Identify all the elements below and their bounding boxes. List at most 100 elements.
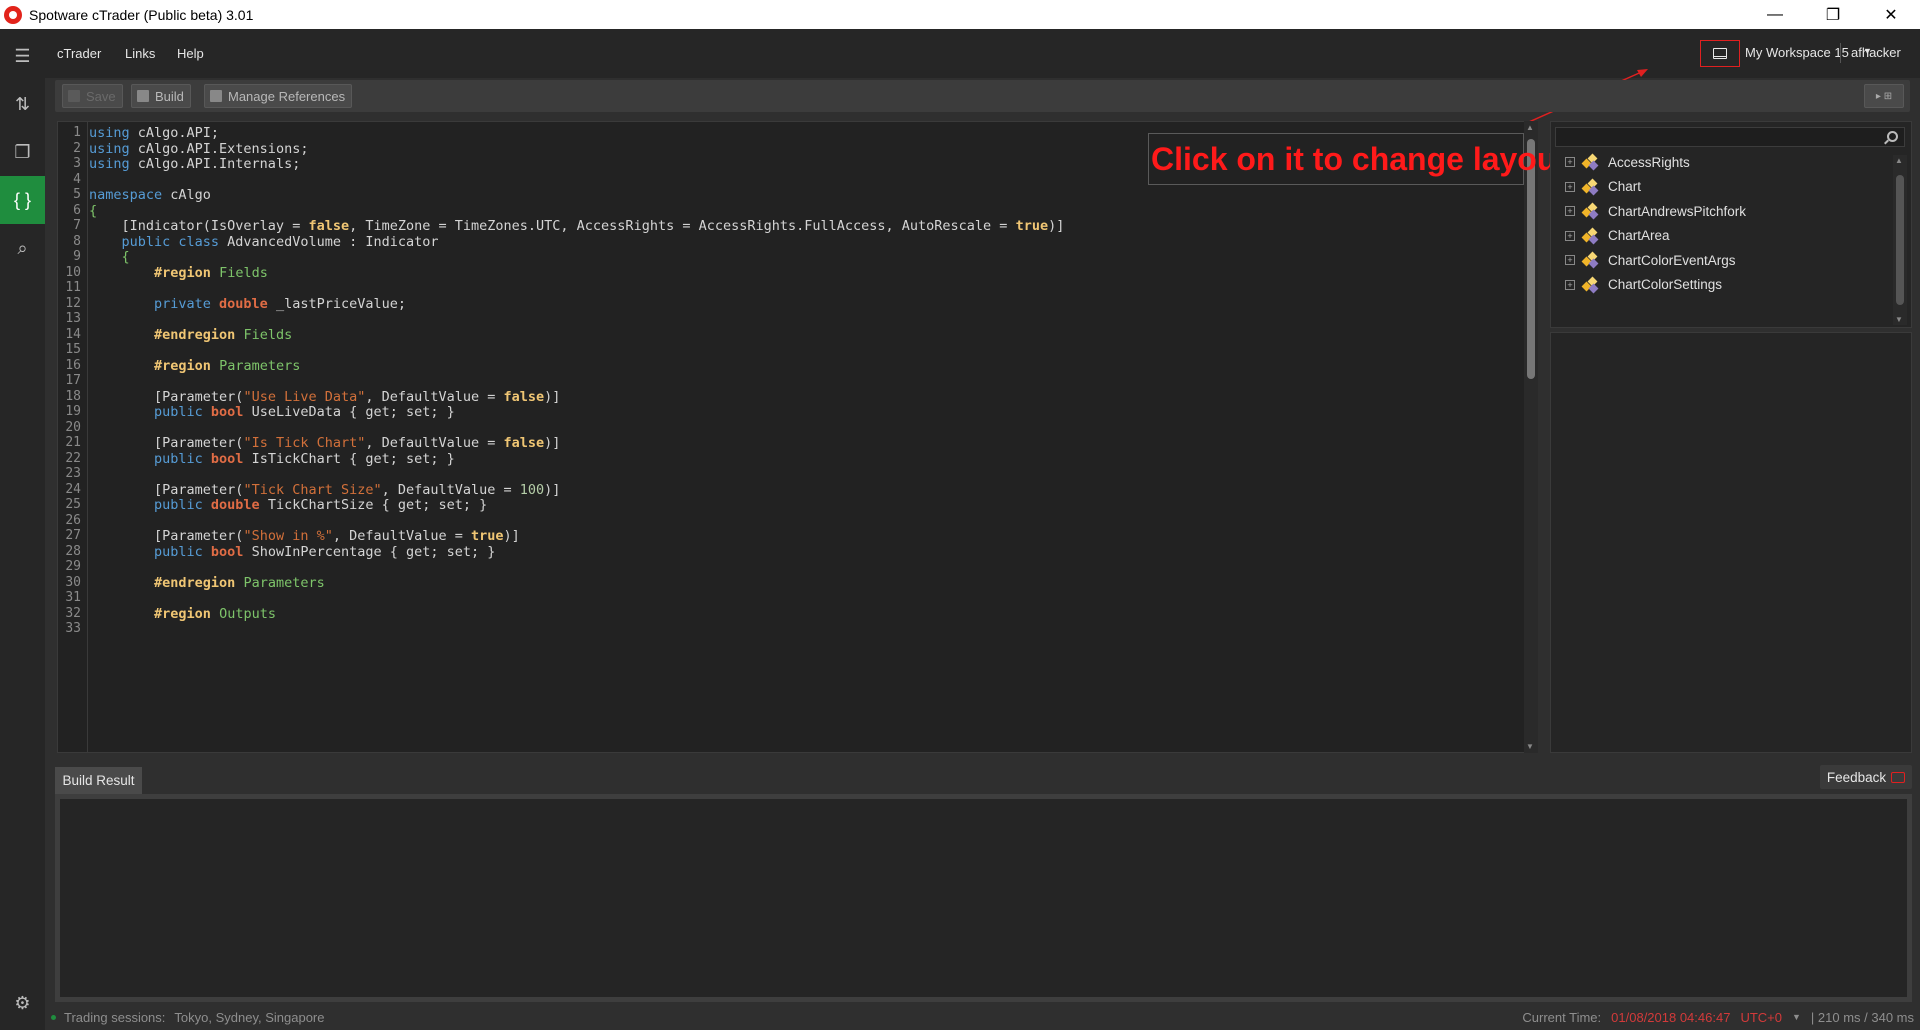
automate-icon[interactable]: { } [0, 176, 45, 224]
code-line[interactable]: #region Outputs [89, 606, 276, 622]
minimize-button[interactable]: — [1746, 0, 1804, 29]
code-line[interactable]: #region Parameters [89, 358, 300, 374]
code-line[interactable]: [Parameter("Is Tick Chart", DefaultValue… [89, 435, 560, 451]
menu-icon[interactable]: ☰ [0, 32, 45, 80]
code-token: )] [503, 528, 520, 544]
code-line[interactable]: public bool ShowInPercentage { get; set;… [89, 544, 495, 560]
reference-item[interactable]: + AccessRights [1565, 150, 1690, 174]
code-token: ShowInPercentage { get; set; } [243, 543, 496, 560]
line-number: 11 [65, 280, 81, 295]
save-button[interactable]: Save [62, 84, 123, 108]
code-line[interactable]: private double _lastPriceValue; [89, 296, 406, 312]
scroll-down-icon[interactable]: ▼ [1895, 315, 1903, 324]
scroll-up-icon[interactable]: ▲ [1526, 123, 1534, 132]
run-button[interactable]: ▸ ⊞ [1864, 84, 1904, 108]
line-number: 31 [65, 590, 81, 605]
expand-icon[interactable]: + [1565, 279, 1575, 290]
chat-icon [1891, 771, 1906, 783]
user-name[interactable]: afhacker [1851, 45, 1901, 60]
reference-item[interactable]: + Chart [1565, 175, 1641, 199]
expand-icon[interactable]: + [1565, 157, 1575, 167]
code-token: public [89, 497, 211, 513]
code-token: [Indicator(IsOverlay = [89, 218, 309, 234]
expand-icon[interactable]: + [1565, 206, 1575, 216]
code-line[interactable]: public class AdvancedVolume : Indicator [89, 234, 439, 250]
line-number: 18 [65, 388, 81, 404]
chevron-down-icon[interactable]: ▼ [1792, 1012, 1801, 1025]
code-line[interactable]: [Parameter("Show in %", DefaultValue = t… [89, 528, 520, 544]
code-token: public [89, 450, 211, 467]
code-line[interactable]: namespace cAlgo [89, 187, 211, 203]
code-line[interactable]: using cAlgo.API.Internals; [89, 156, 300, 172]
code-token: cAlgo.API.Extensions; [129, 140, 309, 157]
build-button[interactable]: Build [131, 84, 191, 108]
line-number: 9 [73, 249, 81, 264]
line-number: 2 [73, 140, 81, 156]
scrollbar-thumb[interactable] [1896, 175, 1904, 305]
restore-button[interactable]: ❐ [1804, 0, 1862, 29]
line-number: 24 [65, 481, 81, 497]
code-line[interactable]: public double TickChartSize { get; set; … [89, 497, 487, 513]
app-logo [4, 5, 22, 24]
code-line[interactable]: #region Fields [89, 265, 268, 281]
code-line[interactable]: { [89, 249, 130, 265]
feedback-button[interactable]: Feedback [1820, 765, 1912, 789]
trade-icon[interactable]: ⇅ [0, 80, 45, 128]
code-line[interactable]: using cAlgo.API; [89, 125, 219, 141]
scroll-down-icon[interactable]: ▼ [1526, 742, 1534, 751]
code-line[interactable]: [Parameter("Tick Chart Size", DefaultVal… [89, 482, 560, 498]
code-editor[interactable]: 1 2 3 4 5 6 7 8 9 10 11 12 13 14 15 16 17 18 19 20 21 22 23 24 2… [57, 121, 1525, 753]
close-button[interactable]: ✕ [1862, 0, 1920, 29]
manage-references-button[interactable]: Manage References [204, 84, 353, 108]
code-line[interactable]: public bool UseLiveData { get; set; } [89, 404, 455, 420]
line-number: 26 [65, 512, 81, 528]
code-line[interactable]: #endregion Parameters [89, 575, 325, 591]
gear-icon[interactable]: ⚙ [0, 979, 45, 1027]
menu-ctrader[interactable]: cTrader [57, 46, 101, 61]
code-line[interactable]: { [89, 203, 97, 219]
copy-icon[interactable]: ❐ [0, 128, 45, 176]
line-number: 28 [65, 543, 81, 559]
code-token: public [89, 543, 211, 560]
code-line[interactable]: [Parameter("Use Live Data", DefaultValue… [89, 389, 560, 405]
analyze-icon[interactable]: ⌕ [0, 224, 45, 272]
layout-button[interactable] [1700, 40, 1740, 67]
references-scrollbar[interactable]: ▲ ▼ [1893, 155, 1907, 325]
reference-item[interactable]: + ChartColorSettings [1565, 273, 1722, 297]
menu-links[interactable]: Links [125, 46, 155, 61]
line-number: 25 [65, 497, 81, 512]
code-line[interactable]: [Indicator(IsOverlay = false, TimeZone =… [89, 218, 1065, 234]
namespace-icon [1581, 153, 1600, 171]
reference-item[interactable]: + ChartArea [1565, 224, 1670, 248]
window-title: Spotware cTrader (Public beta) 3.01 [29, 6, 254, 23]
timezone-selector[interactable]: UTC+0 [1740, 1010, 1782, 1025]
expand-icon[interactable]: + [1565, 230, 1575, 241]
code-token: Fields [235, 326, 293, 343]
reference-item[interactable]: + ChartAndrewsPitchfork [1565, 199, 1746, 223]
scroll-up-icon[interactable]: ▲ [1895, 156, 1903, 165]
editor-toolbar: Save Build Manage References ▸ ⊞ [55, 80, 1910, 112]
line-number: 7 [73, 218, 81, 233]
editor-scrollbar[interactable]: ▲ ▼ [1524, 121, 1538, 753]
tab-build-result[interactable]: Build Result [55, 767, 142, 794]
reference-item[interactable]: + ChartColorEventArgs [1565, 248, 1736, 272]
line-number: 16 [65, 357, 81, 373]
line-number: 1 [73, 125, 81, 140]
left-rail: ☰ ⇅ ❐ { } ⌕ ⚙ [0, 29, 45, 1030]
code-line[interactable]: #endregion Fields [89, 327, 292, 343]
code-token: "Use Live Data" [243, 388, 366, 405]
expand-icon[interactable]: + [1565, 181, 1575, 192]
save-label: Save [86, 88, 116, 104]
workspace-selector[interactable]: My Workspace 15 [1745, 45, 1849, 60]
code-line[interactable]: public bool IsTickChart { get; set; } [89, 451, 455, 467]
code-token: private [89, 295, 220, 312]
code-token: cAlgo.API; [129, 125, 220, 141]
line-number: 19 [65, 404, 81, 419]
menu-help[interactable]: Help [177, 46, 204, 61]
save-icon [68, 90, 80, 102]
expand-icon[interactable]: + [1565, 255, 1575, 265]
line-number: 17 [65, 373, 81, 388]
code-token: Parameters [210, 357, 301, 374]
reference-label: AccessRights [1608, 154, 1690, 170]
code-line[interactable]: using cAlgo.API.Extensions; [89, 141, 308, 157]
